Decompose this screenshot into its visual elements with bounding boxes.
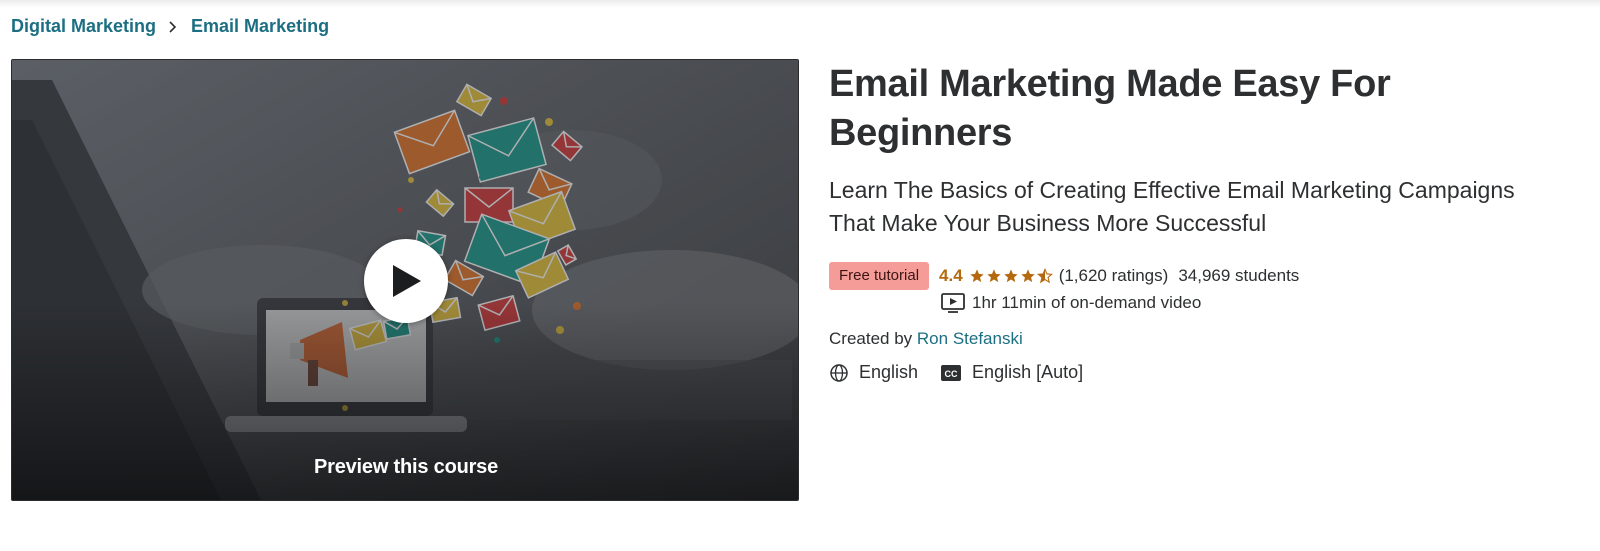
course-info: Email Marketing Made Easy For Beginners … [829,60,1589,383]
course-title-line-1: Email Marketing Made Easy For [829,63,1391,105]
course-title: Email Marketing Made Easy For Beginners [829,60,1589,158]
video-length-row: 1hr 11min of on-demand video [940,292,1589,314]
closed-captions-icon: CC [940,364,962,382]
rating-row: Free tutorial 4.4 (1,620 ratings) 34,969… [829,262,1589,290]
video-icon [941,293,965,313]
ratings-count[interactable]: (1,620 ratings) [1059,266,1169,286]
students-count: 34,969 students [1178,266,1300,285]
language-row: English CC English [Auto] [829,362,1589,383]
course-title-line-2: Beginners [829,112,1013,154]
rating-value: 4.4 [939,266,963,285]
created-by-row: Created by Ron Stefanski [829,329,1589,349]
preview-label: Preview this course [313,456,499,478]
course-preview[interactable]: Preview this course [11,59,799,501]
star-rating [969,268,1054,284]
created-by-label: Created by [829,329,913,348]
instructor-link[interactable]: Ron Stefanski [917,329,1023,348]
svg-text:CC: CC [945,369,958,379]
play-button[interactable] [364,239,448,323]
captions-language: English [Auto] [972,362,1084,382]
free-tutorial-badge: Free tutorial [829,262,930,290]
breadcrumb-digital-marketing[interactable]: Digital Marketing [11,16,156,37]
globe-icon [829,363,849,383]
course-language: English [859,362,919,382]
course-subtitle: Learn The Basics of Creating Effective E… [829,174,1589,240]
star-icon [987,269,1001,283]
play-icon [393,265,421,297]
video-length: 1hr 11min of on-demand video [972,293,1202,312]
breadcrumb: Digital Marketing Email Marketing [11,16,329,37]
star-icon [1004,269,1018,283]
star-icon [1021,269,1035,283]
course-subtitle-line-2: That Make Your Business More Successful [829,210,1267,236]
course-subtitle-line-1: Learn The Basics of Creating Effective E… [829,177,1515,203]
star-icon [970,269,984,283]
star-half-icon [1036,268,1053,284]
chevron-right-icon [169,20,177,33]
top-shadow [0,0,1600,8]
breadcrumb-email-marketing[interactable]: Email Marketing [191,16,329,37]
